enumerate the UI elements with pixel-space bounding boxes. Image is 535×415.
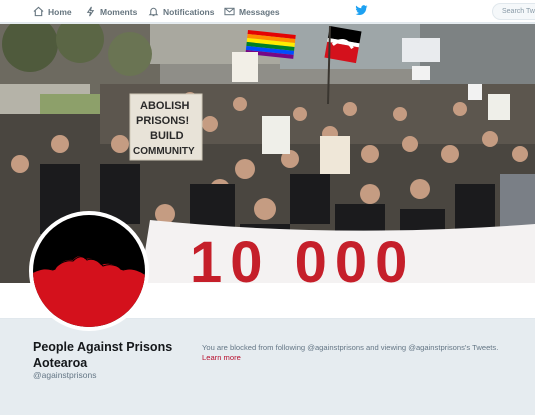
top-navigation: Home Moments Notifications Messages Sear… — [0, 0, 535, 23]
placard-line-4: COMMUNITY — [133, 146, 195, 157]
profile-avatar[interactable] — [29, 211, 149, 331]
home-icon — [33, 6, 44, 17]
nav-home[interactable]: Home — [33, 0, 72, 23]
bell-icon — [148, 7, 159, 17]
banner-big-text: 10 000 — [190, 230, 415, 283]
placard-line-2: PRISONS! — [136, 115, 189, 127]
nav-messages-label: Messages — [239, 6, 280, 17]
blocked-message: You are blocked from following @againstp… — [202, 343, 499, 352]
envelope-icon — [224, 7, 235, 16]
learn-more-link[interactable]: Learn more — [202, 353, 241, 362]
nav-home-label: Home — [48, 6, 72, 17]
avatar-logo-image — [33, 215, 145, 327]
search-input[interactable]: Search Twitter — [492, 3, 535, 20]
placard-line-3: BUILD — [150, 130, 184, 142]
nav-notifications-label: Notifications — [163, 6, 215, 17]
profile-name: People Against Prisons Aotearoa — [33, 340, 173, 370]
nav-messages[interactable]: Messages — [224, 0, 280, 23]
nav-notifications[interactable]: Notifications — [148, 0, 214, 23]
profile-handle: @againstprisons — [33, 370, 97, 380]
twitter-bird-icon[interactable] — [355, 5, 368, 16]
nav-moments-label: Moments — [100, 6, 138, 17]
nav-moments[interactable]: Moments — [85, 0, 137, 23]
placard-line-1: ABOLISH — [140, 100, 190, 112]
lightning-icon — [86, 6, 95, 17]
